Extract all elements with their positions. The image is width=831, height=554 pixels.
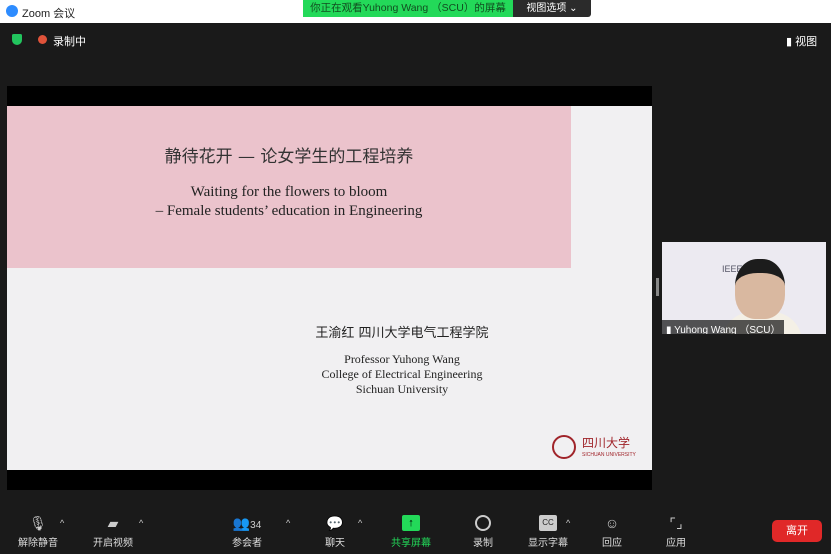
slide-title-en-1: Waiting for the flowers to bloom — [190, 184, 388, 200]
slide-title-block: 静待花开 — 论女学生的工程培养 Waiting for the flowers… — [7, 106, 571, 268]
video-options-caret[interactable]: ^ — [139, 518, 143, 528]
panel-resize-handle[interactable] — [656, 278, 659, 296]
start-video-button[interactable]: ▰ 开启视频 — [83, 508, 143, 549]
participants-caret[interactable]: ^ — [286, 518, 290, 528]
chat-caret[interactable]: ^ — [358, 518, 362, 528]
participant-face — [735, 259, 785, 319]
cc-icon: CC — [539, 515, 557, 531]
author-university: Sichuan University — [355, 382, 449, 396]
captions-caret[interactable]: ^ — [566, 518, 570, 528]
reactions-label: 回应 — [602, 538, 622, 549]
view-label: 视图 — [795, 36, 818, 48]
share-label: 共享屏幕 — [391, 538, 431, 549]
sichuan-university-logo: 四川大学 SICHUAN UNIVERSITY — [552, 434, 642, 462]
recording-status: 录制中 — [53, 36, 86, 48]
slide-title-zh: 静待花开 — 论女学生的工程培养 — [164, 147, 414, 167]
participant-video-thumbnail[interactable]: IEEE ▮ Yuhong Wang （SCU） — [662, 242, 826, 334]
participants-count: 34 — [250, 520, 262, 531]
viewing-banner: 你正在观看Yuhong Wang （SCU）的屏幕 — [303, 0, 513, 17]
video-off-icon: ▰ — [107, 515, 119, 531]
chat-icon: 💬 — [326, 515, 344, 531]
participants-button[interactable]: 👥34 参会者 — [217, 508, 277, 549]
apps-icon: ⌜⌟ — [669, 515, 683, 531]
smiley-icon: ☺ — [604, 515, 620, 531]
record-label: 录制 — [473, 538, 493, 549]
slide: 静待花开 — 论女学生的工程培养 Waiting for the flowers… — [7, 106, 652, 470]
captions-button[interactable]: CC 显示字幕 — [518, 508, 578, 549]
author-college: College of Electrical Engineering — [321, 367, 483, 381]
unmute-label: 解除静音 — [18, 538, 58, 549]
leave-button[interactable]: 离开 — [772, 520, 822, 542]
author-name: Professor Yuhong Wang — [344, 352, 460, 366]
chat-label: 聊天 — [325, 538, 345, 549]
view-button[interactable]: ▮ 视图 — [786, 33, 817, 49]
video-label: 开启视频 — [93, 538, 133, 549]
author-zh: 王渝红 四川大学电气工程学院 — [315, 326, 489, 341]
record-button[interactable]: 录制 — [453, 508, 513, 549]
share-screen-button[interactable]: ↑ 共享屏幕 — [381, 508, 441, 549]
unmute-button[interactable]: 🎙 解除静音 — [8, 508, 68, 549]
microphone-muted-icon: 🎙 — [29, 515, 47, 531]
participants-label: 参会者 — [232, 538, 262, 549]
reactions-button[interactable]: ☺ 回应 — [582, 508, 642, 549]
zoom-logo-icon — [6, 5, 18, 17]
window-title: Zoom 会议 — [22, 8, 76, 20]
record-icon — [475, 515, 491, 531]
captions-label: 显示字幕 — [528, 538, 568, 549]
view-options-button[interactable]: 视图选项 ⌄ — [513, 0, 591, 17]
slide-title-en-2: – Female students’ education in Engineer… — [155, 203, 423, 219]
share-screen-icon: ↑ — [402, 515, 420, 531]
participants-icon: 👥34 — [232, 515, 262, 531]
audio-options-caret[interactable]: ^ — [60, 518, 64, 528]
meeting-top-bar: 录制中 ▮ 视图 — [0, 23, 831, 53]
apps-button[interactable]: ⌜⌟ 应用 — [646, 508, 706, 549]
chat-button[interactable]: 💬 聊天 — [305, 508, 365, 549]
participant-name: ▮ Yuhong Wang （SCU） — [662, 320, 785, 334]
participant-name-label: Yuhong Wang （SCU） — [674, 325, 781, 334]
apps-label: 应用 — [666, 538, 686, 549]
shield-icon[interactable] — [12, 34, 22, 45]
recording-icon — [38, 35, 47, 44]
meeting-toolbar: 🎙 解除静音 ^ ▰ 开启视频 ^ 👥34 参会者 ^ 💬 聊天 ^ ↑ 共享屏幕 录制 … — [0, 508, 831, 554]
